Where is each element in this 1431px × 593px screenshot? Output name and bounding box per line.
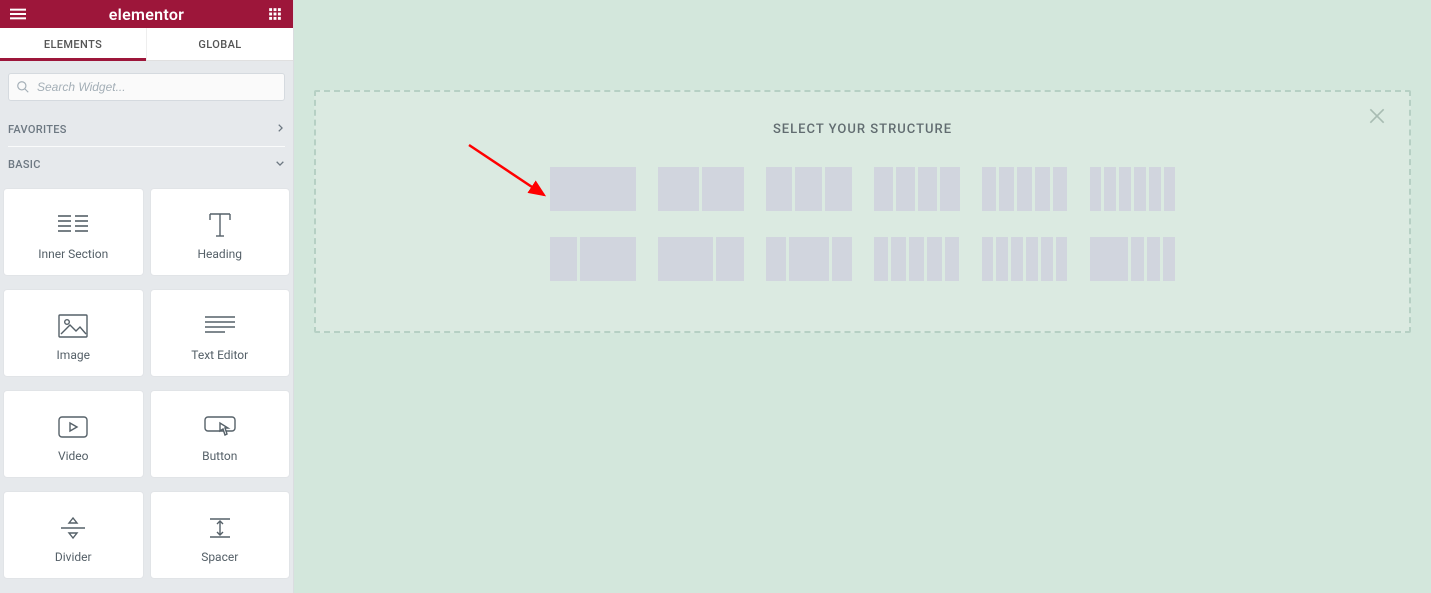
section-basic-label: BASIC [8,158,41,171]
structure-16x6[interactable] [982,237,1068,281]
spacer-icon [205,506,235,550]
widget-label: Spacer [201,550,238,564]
structure-33-66[interactable] [550,237,636,281]
accordion: FAVORITES BASIC [0,113,293,181]
structure-narrow-wide-narrow-5[interactable] [874,237,960,281]
button-icon [204,405,236,449]
structure-6col[interactable] [1090,167,1176,211]
tab-global[interactable]: GLOBAL [146,28,293,60]
hamburger-menu-icon[interactable] [8,6,28,22]
widget-label: Image [57,348,90,362]
section-favorites-label: FAVORITES [8,123,67,136]
image-icon [58,304,88,348]
tab-elements[interactable]: ELEMENTS [0,28,146,60]
section-favorites[interactable]: FAVORITES [8,113,285,147]
canvas: SELECT YOUR STRUCTURE [294,0,1431,593]
columns-icon [58,203,88,247]
search-container [0,61,293,113]
structure-1col[interactable] [550,167,636,211]
search-input[interactable] [8,73,285,101]
divider-icon [58,506,88,550]
widget-label: Divider [55,550,92,564]
widget-label: Heading [197,247,242,261]
widget-label: Text Editor [191,348,248,362]
sidebar-tabs: ELEMENTS GLOBAL [0,28,293,61]
widget-spacer[interactable]: Spacer [151,492,290,578]
close-icon[interactable] [1361,100,1393,136]
structure-selector-panel: SELECT YOUR STRUCTURE [314,90,1411,333]
structure-grid [356,167,1369,281]
widget-image[interactable]: Image [4,290,143,376]
search-icon [16,79,30,98]
widget-video[interactable]: Video [4,391,143,477]
brand-logo: elementor [109,5,185,24]
structure-row [550,167,1176,211]
apps-grid-icon[interactable] [265,7,285,21]
sidebar-header: elementor [0,0,293,28]
heading-icon [206,203,234,247]
widget-inner-section[interactable]: Inner Section [4,189,143,275]
structure-4col[interactable] [874,167,960,211]
widget-label: Button [202,449,237,463]
chevron-right-icon [275,123,285,136]
structure-wide-left[interactable] [1090,237,1176,281]
widget-text-editor[interactable]: Text Editor [151,290,290,376]
structure-5col[interactable] [982,167,1068,211]
video-icon [58,405,88,449]
structure-title: SELECT YOUR STRUCTURE [356,122,1369,137]
widgets-grid: Inner Section Heading [0,181,293,593]
widget-button[interactable]: Button [151,391,290,477]
structure-66-33[interactable] [658,237,744,281]
widget-label: Inner Section [38,247,108,261]
structure-25-50-25[interactable] [766,237,852,281]
sidebar: elementor ELEMENTS GLOBAL FAVORITES [0,0,294,593]
text-editor-icon [205,304,235,348]
structure-3col[interactable] [766,167,852,211]
structure-row [550,237,1176,281]
widget-divider[interactable]: Divider [4,492,143,578]
structure-2col[interactable] [658,167,744,211]
widget-heading[interactable]: Heading [151,189,290,275]
chevron-down-icon [275,158,285,171]
widget-label: Video [58,449,89,463]
section-basic[interactable]: BASIC [8,147,285,181]
